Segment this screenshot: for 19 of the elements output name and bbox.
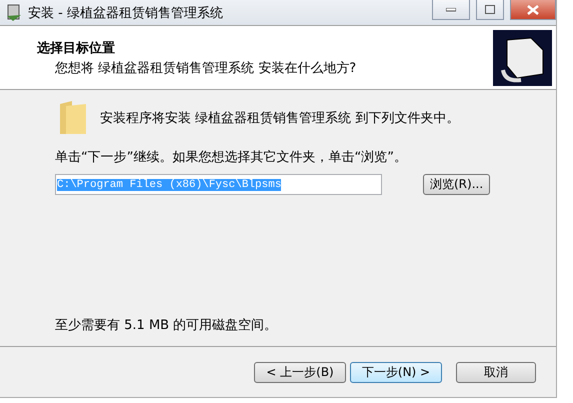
cancel-button[interactable]: 取消	[456, 362, 536, 382]
disk-space-text: 至少需要有 5.1 MB 的可用磁盘空间。	[55, 317, 278, 334]
folder-icon	[58, 100, 88, 136]
minimize-icon	[446, 8, 456, 12]
minimize-button[interactable]	[432, 0, 470, 20]
close-icon	[527, 4, 539, 14]
page-subtitle: 您想将 绿植盆器租赁销售管理系统 安装在什么地方?	[54, 60, 358, 76]
installer-icon	[6, 4, 22, 22]
browse-button[interactable]: 浏览(R)...	[423, 174, 490, 195]
close-button[interactable]	[510, 0, 556, 20]
intro-text: 安装程序将安装 绿植盆器租赁销售管理系统 到下列文件夹中。	[100, 110, 460, 127]
computer-install-icon	[493, 30, 552, 86]
page-title: 选择目标位置	[37, 40, 116, 56]
window-title: 安装 - 绿植盆器租赁销售管理系统	[28, 4, 224, 22]
maximize-icon	[485, 5, 495, 14]
next-button[interactable]: 下一步(N) >	[350, 362, 442, 382]
instruction-text: 单击“下一步”继续。如果您想选择其它文件夹，单击“浏览”。	[55, 149, 408, 166]
maximize-button[interactable]	[476, 0, 504, 20]
back-button[interactable]: < 上一步(B)	[254, 362, 346, 382]
